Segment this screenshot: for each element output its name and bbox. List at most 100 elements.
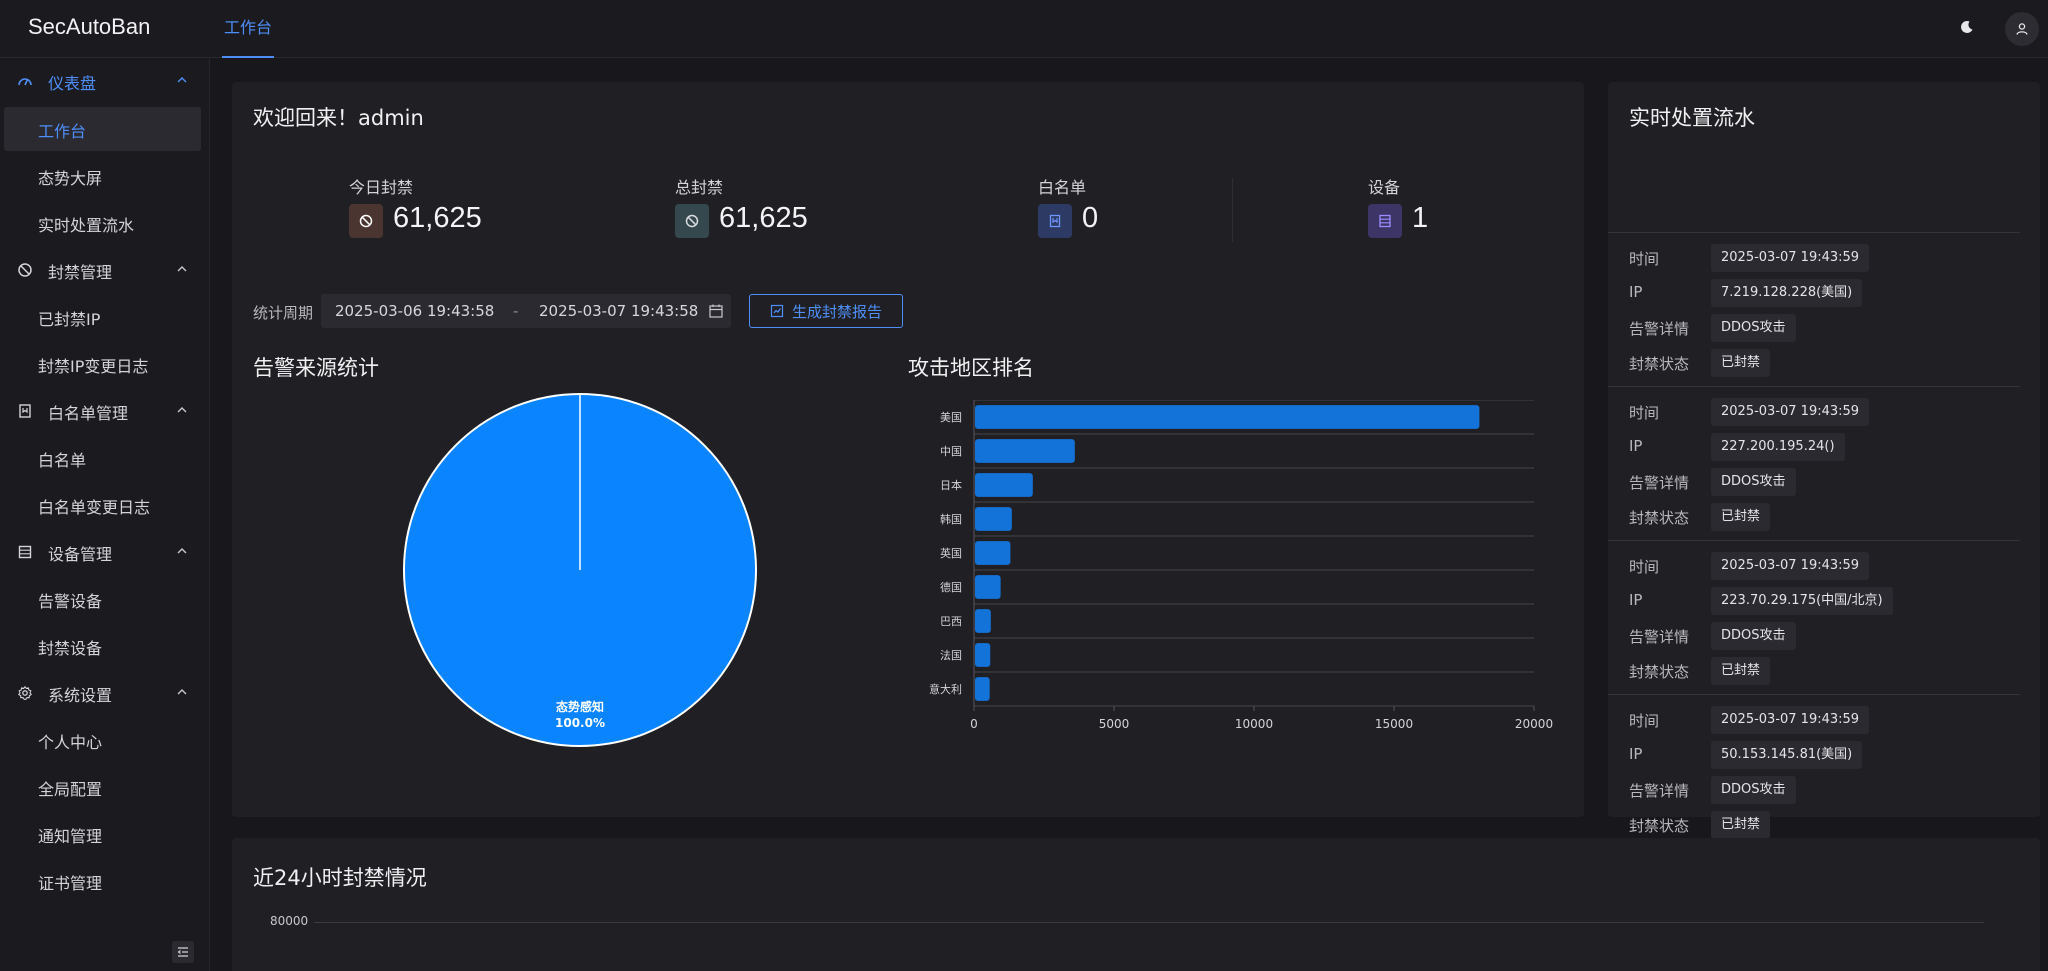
- feed-key: IP: [1629, 745, 1643, 763]
- feed-value-detail: DDOS攻击: [1711, 314, 1796, 342]
- feed-key: 时间: [1629, 712, 1660, 730]
- sidebar-item-ban-ip-log[interactable]: 封禁IP变更日志: [4, 342, 201, 386]
- sidebar-item-label: 个人中心: [38, 733, 103, 752]
- range-start[interactable]: 2025-03-06 19:43:58: [335, 302, 494, 320]
- generate-report-button[interactable]: 生成封禁报告: [749, 294, 903, 328]
- category-label: 英国: [940, 546, 962, 560]
- collapse-sidebar-icon[interactable]: [172, 941, 194, 963]
- sidebar-group-ban-management[interactable]: 封禁管理: [4, 248, 201, 292]
- date-range-picker[interactable]: 2025-03-06 19:43:58 - 2025-03-07 19:43:5…: [321, 294, 731, 328]
- sidebar-item-banned-ip[interactable]: 已封禁IP: [4, 295, 201, 339]
- feed-key: IP: [1629, 283, 1643, 301]
- feed-key: 告警详情: [1629, 628, 1690, 646]
- top-bar: SecAutoBan 工作台: [0, 0, 2048, 58]
- feed-value-time: 2025-03-07 19:43:59: [1711, 244, 1870, 272]
- period-label: 统计周期: [253, 304, 314, 322]
- feed-key: 封禁状态: [1629, 355, 1690, 373]
- bookmark-icon: [1038, 204, 1072, 238]
- sidebar-item-alert-device[interactable]: 告警设备: [4, 577, 201, 621]
- category-label: 韩国: [940, 512, 962, 526]
- feed-key: 时间: [1629, 558, 1660, 576]
- welcome-text: 欢迎回来！admin: [253, 106, 424, 130]
- stat-value: 1: [1412, 202, 1429, 234]
- bookmark-icon: [16, 402, 34, 420]
- pie-title: 告警来源统计: [253, 356, 379, 380]
- bar[interactable]: [975, 609, 991, 633]
- sidebar-group-label: 白名单管理: [48, 404, 129, 423]
- calendar-icon[interactable]: [708, 303, 724, 319]
- feed-key: IP: [1629, 437, 1643, 455]
- user-icon[interactable]: [2005, 12, 2039, 46]
- sidebar-group-system-settings[interactable]: 系统设置: [4, 671, 201, 715]
- feed-title: 实时处置流水: [1629, 106, 1755, 130]
- sidebar-group-label: 设备管理: [48, 545, 113, 564]
- sidebar-group-whitelist-management[interactable]: 白名单管理: [4, 389, 201, 433]
- feed-key: 告警详情: [1629, 320, 1690, 338]
- range-separator: -: [513, 302, 519, 320]
- sidebar-item-label: 白名单变更日志: [38, 498, 151, 517]
- sidebar-item-situation-screen[interactable]: 态势大屏: [4, 154, 201, 198]
- dashboard-icon: [16, 72, 34, 90]
- gear-icon: [16, 684, 34, 702]
- bar-svg: 美国中国日本韩国英国德国巴西法国意大利 0 5000 10000 15000 20000: [929, 399, 1553, 731]
- stat-divider: [1232, 178, 1233, 242]
- chevron-up-icon: [177, 266, 187, 272]
- bar[interactable]: [975, 473, 1033, 497]
- bar[interactable]: [975, 643, 991, 667]
- bar[interactable]: [975, 677, 990, 701]
- y-tick-label: 80000: [270, 914, 309, 928]
- report-button-label: 生成封禁报告: [791, 302, 882, 321]
- sidebar-group-label: 系统设置: [48, 686, 113, 705]
- sidebar-item-realtime-flow[interactable]: 实时处置流水: [4, 201, 201, 245]
- category-label: 意大利: [929, 682, 962, 696]
- moon-icon[interactable]: [1956, 16, 1978, 38]
- bar[interactable]: [975, 507, 1012, 531]
- sidebar-item-label: 告警设备: [38, 592, 103, 611]
- sidebar-item-ban-device[interactable]: 封禁设备: [4, 624, 201, 668]
- sidebar-item-notification[interactable]: 通知管理: [4, 812, 201, 856]
- ban-icon: [16, 261, 34, 279]
- feed-key: 告警详情: [1629, 474, 1690, 492]
- sidebar-group-device-management[interactable]: 设备管理: [4, 530, 201, 574]
- gridline: [314, 922, 1984, 923]
- sidebar-group-dashboard[interactable]: 仪表盘: [4, 59, 201, 103]
- feed-value-time: 2025-03-07 19:43:59: [1711, 398, 1870, 426]
- bar[interactable]: [975, 575, 1001, 599]
- sidebar-group-label: 封禁管理: [48, 263, 113, 282]
- bar[interactable]: [975, 541, 1011, 565]
- sidebar-item-whitelist[interactable]: 白名单: [4, 436, 201, 480]
- feed-key: 时间: [1629, 404, 1660, 422]
- x-tick-label: 15000: [1375, 717, 1413, 730]
- feed-divider: [1608, 694, 2020, 695]
- attack-region-bar-chart: 美国 中国 日本 韩国 英国 德国 巴西 法国 意大利 0 5000 10000 15000 20000: [908, 399, 1568, 731]
- x-tick-label: 0: [970, 717, 978, 730]
- feed-value-detail: DDOS攻击: [1711, 776, 1796, 804]
- feed-value-ip: 7.219.128.228(美国): [1711, 279, 1863, 307]
- sidebar-item-label: 已封禁IP: [38, 310, 101, 329]
- feed-key: IP: [1629, 591, 1643, 609]
- bar[interactable]: [975, 439, 1075, 463]
- chevron-up-icon: [177, 407, 187, 413]
- ban-24h-card: 近24小时封禁情况 80000: [232, 838, 2040, 971]
- sidebar-item-global-config[interactable]: 全局配置: [4, 765, 201, 809]
- app-logo[interactable]: SecAutoBan: [28, 14, 150, 40]
- x-tick-label: 20000: [1515, 717, 1553, 730]
- feed-value-detail: DDOS攻击: [1711, 622, 1796, 650]
- feed-value-ip: 227.200.195.24(): [1711, 433, 1845, 461]
- stat-label: 总封禁: [675, 178, 724, 197]
- chevron-up-icon: [177, 689, 187, 695]
- feed-key: 封禁状态: [1629, 509, 1690, 527]
- sidebar-item-workbench[interactable]: 工作台: [4, 107, 201, 151]
- sidebar-item-certificate[interactable]: 证书管理: [4, 859, 201, 903]
- sidebar-item-profile[interactable]: 个人中心: [4, 718, 201, 762]
- sidebar-item-label: 态势大屏: [38, 169, 103, 188]
- bar-title: 攻击地区排名: [908, 356, 1034, 380]
- feed-divider: [1608, 232, 2020, 233]
- workbench-card: 欢迎回来！admin 今日封禁 61,625 总封禁 61,625 白名单 0 …: [232, 82, 1584, 817]
- feed-key: 封禁状态: [1629, 817, 1690, 835]
- sidebar-item-label: 封禁IP变更日志: [38, 357, 149, 376]
- tab-workbench[interactable]: 工作台: [222, 0, 275, 58]
- bar[interactable]: [975, 405, 1480, 429]
- sidebar-item-whitelist-log[interactable]: 白名单变更日志: [4, 483, 201, 527]
- range-end[interactable]: 2025-03-07 19:43:58: [539, 302, 698, 320]
